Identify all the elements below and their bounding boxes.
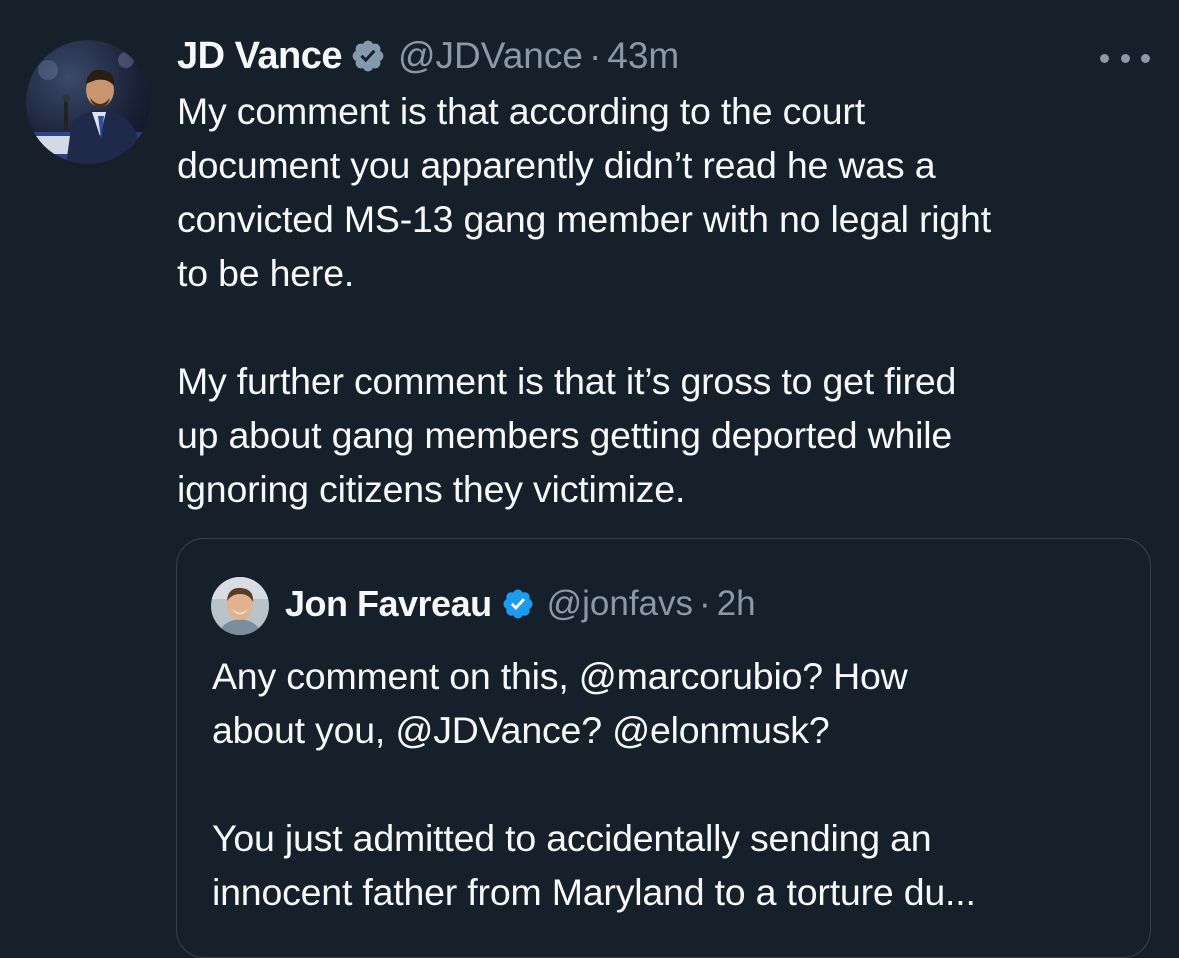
gray-verified-badge-icon[interactable]	[350, 38, 386, 74]
author-handle[interactable]: @JDVance	[398, 35, 583, 77]
tweet-header: JD Vance @JDVance · 43m	[177, 30, 679, 82]
tweet-text: My comment is that according to the cour…	[177, 84, 1157, 516]
author-name[interactable]: JD Vance	[177, 35, 343, 78]
text-line: My comment is that according to the cour…	[177, 90, 865, 132]
quoted-author-name[interactable]: Jon Favreau	[285, 583, 492, 625]
text-line: about you, @JDVance? @elonmusk?	[212, 709, 830, 751]
text-line: Any comment on this, @marcorubio? How	[212, 655, 908, 697]
quoted-author-avatar[interactable]	[211, 577, 269, 635]
avatar-photo-icon	[26, 40, 150, 164]
text-line: document you apparently didn’t read he w…	[177, 144, 936, 186]
quoted-author-handle[interactable]: @jonfavs	[547, 584, 693, 624]
text-line: ignoring citizens they victimize.	[177, 468, 686, 510]
avatar-photo-icon	[211, 577, 269, 635]
separator-dot: ·	[699, 584, 711, 623]
quoted-tweet[interactable]: Jon Favreau @jonfavs · 2h Any comment on…	[176, 538, 1151, 958]
tweet[interactable]: JD Vance @JDVance · 43m My comment is th…	[0, 0, 1179, 958]
author-avatar[interactable]	[26, 40, 150, 164]
text-line: innocent father from Maryland to a tortu…	[212, 871, 976, 913]
quoted-tweet-timestamp[interactable]: 2h	[717, 584, 756, 624]
more-options-icon[interactable]	[1100, 50, 1150, 66]
text-line: up about gang members getting deported w…	[177, 414, 953, 456]
text-line: My further comment is that it’s gross to…	[177, 360, 957, 402]
quoted-tweet-text: Any comment on this, @marcorubio? How ab…	[212, 649, 1132, 919]
tweet-paragraph: My comment is that according to the cour…	[177, 84, 1157, 300]
text-line: convicted MS-13 gang member with no lega…	[177, 198, 991, 240]
separator-dot: ·	[588, 35, 602, 76]
tweet-timestamp[interactable]: 43m	[607, 35, 679, 77]
tweet-paragraph: My further comment is that it’s gross to…	[177, 354, 1157, 516]
text-line: to be here.	[177, 252, 355, 294]
text-line: You just admitted to accidentally sendin…	[212, 817, 932, 859]
quoted-tweet-header: Jon Favreau @jonfavs · 2h	[285, 581, 756, 627]
blue-verified-badge-icon[interactable]	[501, 587, 535, 621]
